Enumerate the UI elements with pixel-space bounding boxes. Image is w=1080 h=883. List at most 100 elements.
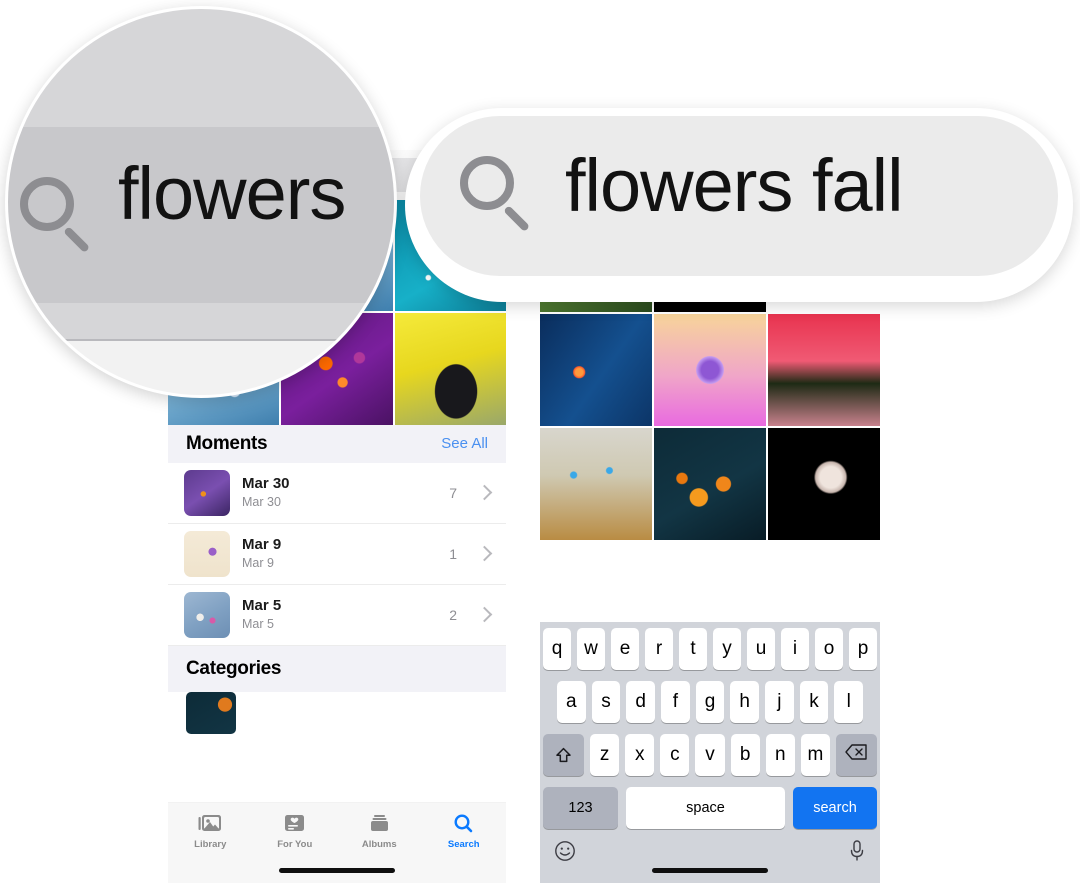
moment-row[interactable]: Mar 5 Mar 5 2 bbox=[168, 584, 506, 646]
key-z[interactable]: z bbox=[590, 734, 620, 776]
moments-title: Moments bbox=[186, 432, 268, 454]
microphone-icon[interactable] bbox=[848, 839, 866, 869]
zoom-band-top bbox=[8, 9, 394, 127]
key-search-action[interactable]: search bbox=[793, 787, 877, 829]
magnifier-bubble-left: flowers bbox=[5, 6, 397, 398]
key-u[interactable]: u bbox=[747, 628, 775, 670]
chevron-right-icon bbox=[476, 606, 493, 623]
categories-title: Categories bbox=[186, 657, 282, 679]
key-x[interactable]: x bbox=[625, 734, 655, 776]
tab-albums-label: Albums bbox=[361, 839, 397, 850]
key-t[interactable]: t bbox=[679, 628, 707, 670]
key-y[interactable]: y bbox=[713, 628, 741, 670]
photo-thumbnail[interactable] bbox=[540, 428, 652, 540]
key-g[interactable]: g bbox=[695, 681, 725, 723]
heart-card-icon bbox=[285, 815, 305, 831]
category-thumbnail[interactable] bbox=[186, 691, 236, 734]
key-backspace[interactable] bbox=[835, 734, 877, 776]
moment-texts: Mar 9 Mar 9 bbox=[242, 536, 437, 571]
key-s[interactable]: s bbox=[591, 681, 621, 723]
photo-thumbnail[interactable] bbox=[768, 314, 880, 426]
moment-title: Mar 30 bbox=[242, 475, 290, 493]
moment-row[interactable]: Mar 30 Mar 30 7 bbox=[168, 462, 506, 524]
tab-albums[interactable]: Albums bbox=[337, 813, 422, 850]
key-o[interactable]: o bbox=[815, 628, 843, 670]
backspace-icon bbox=[845, 744, 868, 766]
photo-thumbnail[interactable] bbox=[654, 314, 766, 426]
key-i[interactable]: i bbox=[781, 628, 809, 670]
tab-for-you-label: For You bbox=[277, 839, 313, 850]
key-k[interactable]: k bbox=[799, 681, 829, 723]
photo-library-icon bbox=[198, 815, 221, 831]
moment-subtitle: Mar 5 bbox=[242, 616, 274, 631]
search-icon bbox=[454, 814, 473, 833]
categories-preview-row bbox=[168, 691, 506, 734]
emoji-icon[interactable] bbox=[554, 840, 576, 868]
moments-see-all-link[interactable]: See All bbox=[441, 435, 488, 452]
magnifier-bubble-right: flowers fall bbox=[405, 108, 1073, 302]
key-q[interactable]: q bbox=[543, 628, 571, 670]
key-numbers[interactable]: 123 bbox=[543, 787, 618, 829]
photo-thumbnail[interactable] bbox=[654, 428, 766, 540]
home-indicator bbox=[279, 868, 395, 873]
on-screen-keyboard: q w e r t y u i o p a s d f g h j k l z … bbox=[540, 622, 880, 883]
chevron-right-icon bbox=[476, 484, 493, 501]
key-b[interactable]: b bbox=[730, 734, 760, 776]
key-v[interactable]: v bbox=[695, 734, 725, 776]
zoom-band-bottom bbox=[8, 303, 394, 339]
albums-stack-icon bbox=[370, 815, 388, 831]
moment-title: Mar 9 bbox=[242, 536, 282, 554]
photo-thumbnail[interactable] bbox=[394, 313, 506, 425]
key-l[interactable]: l bbox=[834, 681, 864, 723]
moment-subtitle: Mar 30 bbox=[242, 494, 281, 509]
tab-search-label: Search bbox=[447, 839, 480, 850]
key-r[interactable]: r bbox=[645, 628, 673, 670]
magnifier-left-content: flowers bbox=[8, 9, 394, 395]
key-h[interactable]: h bbox=[730, 681, 760, 723]
moment-count: 2 bbox=[449, 606, 457, 623]
moment-texts: Mar 30 Mar 30 bbox=[242, 475, 437, 510]
key-f[interactable]: f bbox=[661, 681, 690, 723]
key-n[interactable]: n bbox=[765, 734, 795, 776]
photo-thumbnail[interactable] bbox=[768, 428, 880, 540]
tab-search[interactable]: Search bbox=[422, 813, 507, 850]
key-a[interactable]: a bbox=[556, 681, 586, 723]
moment-thumbnail bbox=[184, 591, 230, 638]
moment-row[interactable]: Mar 9 Mar 9 1 bbox=[168, 523, 506, 585]
keyboard-row-2: a s d f g h j k l bbox=[540, 681, 880, 723]
tab-library[interactable]: Library bbox=[168, 813, 253, 850]
moment-title: Mar 5 bbox=[242, 597, 282, 615]
screenshot-stage: flowers Moments See All Mar 30 Mar 30 7 bbox=[0, 0, 1080, 883]
zoom-band-page bbox=[8, 339, 394, 395]
home-indicator bbox=[652, 868, 768, 873]
key-p[interactable]: p bbox=[849, 628, 877, 670]
keyboard-row-3: z x c v b n m bbox=[540, 734, 880, 776]
tab-library-label: Library bbox=[194, 839, 227, 850]
moment-thumbnail bbox=[184, 469, 230, 516]
key-shift[interactable] bbox=[543, 734, 584, 776]
tab-for-you[interactable]: For You bbox=[253, 813, 338, 850]
moment-subtitle: Mar 9 bbox=[242, 555, 274, 570]
chevron-right-icon bbox=[476, 545, 493, 562]
keyboard-bottom-row bbox=[540, 833, 880, 869]
shift-icon bbox=[555, 747, 572, 764]
magnified-search-text-right: flowers fall bbox=[565, 144, 904, 227]
moments-section-header: Moments See All bbox=[168, 424, 506, 463]
moment-count: 1 bbox=[449, 545, 457, 562]
search-icon bbox=[20, 177, 92, 249]
keyboard-row-4: 123 space search bbox=[540, 787, 880, 829]
key-j[interactable]: j bbox=[765, 681, 794, 723]
moment-texts: Mar 5 Mar 5 bbox=[242, 597, 437, 632]
key-e[interactable]: e bbox=[611, 628, 639, 670]
left-tab-bar: Library For You Albums Search bbox=[168, 803, 506, 883]
categories-section-header: Categories bbox=[168, 645, 506, 692]
key-m[interactable]: m bbox=[800, 734, 830, 776]
key-d[interactable]: d bbox=[626, 681, 655, 723]
key-c[interactable]: c bbox=[660, 734, 690, 776]
key-space[interactable]: space bbox=[626, 787, 785, 829]
moment-count: 7 bbox=[449, 484, 457, 501]
keyboard-row-1: q w e r t y u i o p bbox=[540, 628, 880, 670]
moment-thumbnail bbox=[184, 530, 230, 577]
photo-thumbnail[interactable] bbox=[540, 314, 652, 426]
key-w[interactable]: w bbox=[577, 628, 605, 670]
